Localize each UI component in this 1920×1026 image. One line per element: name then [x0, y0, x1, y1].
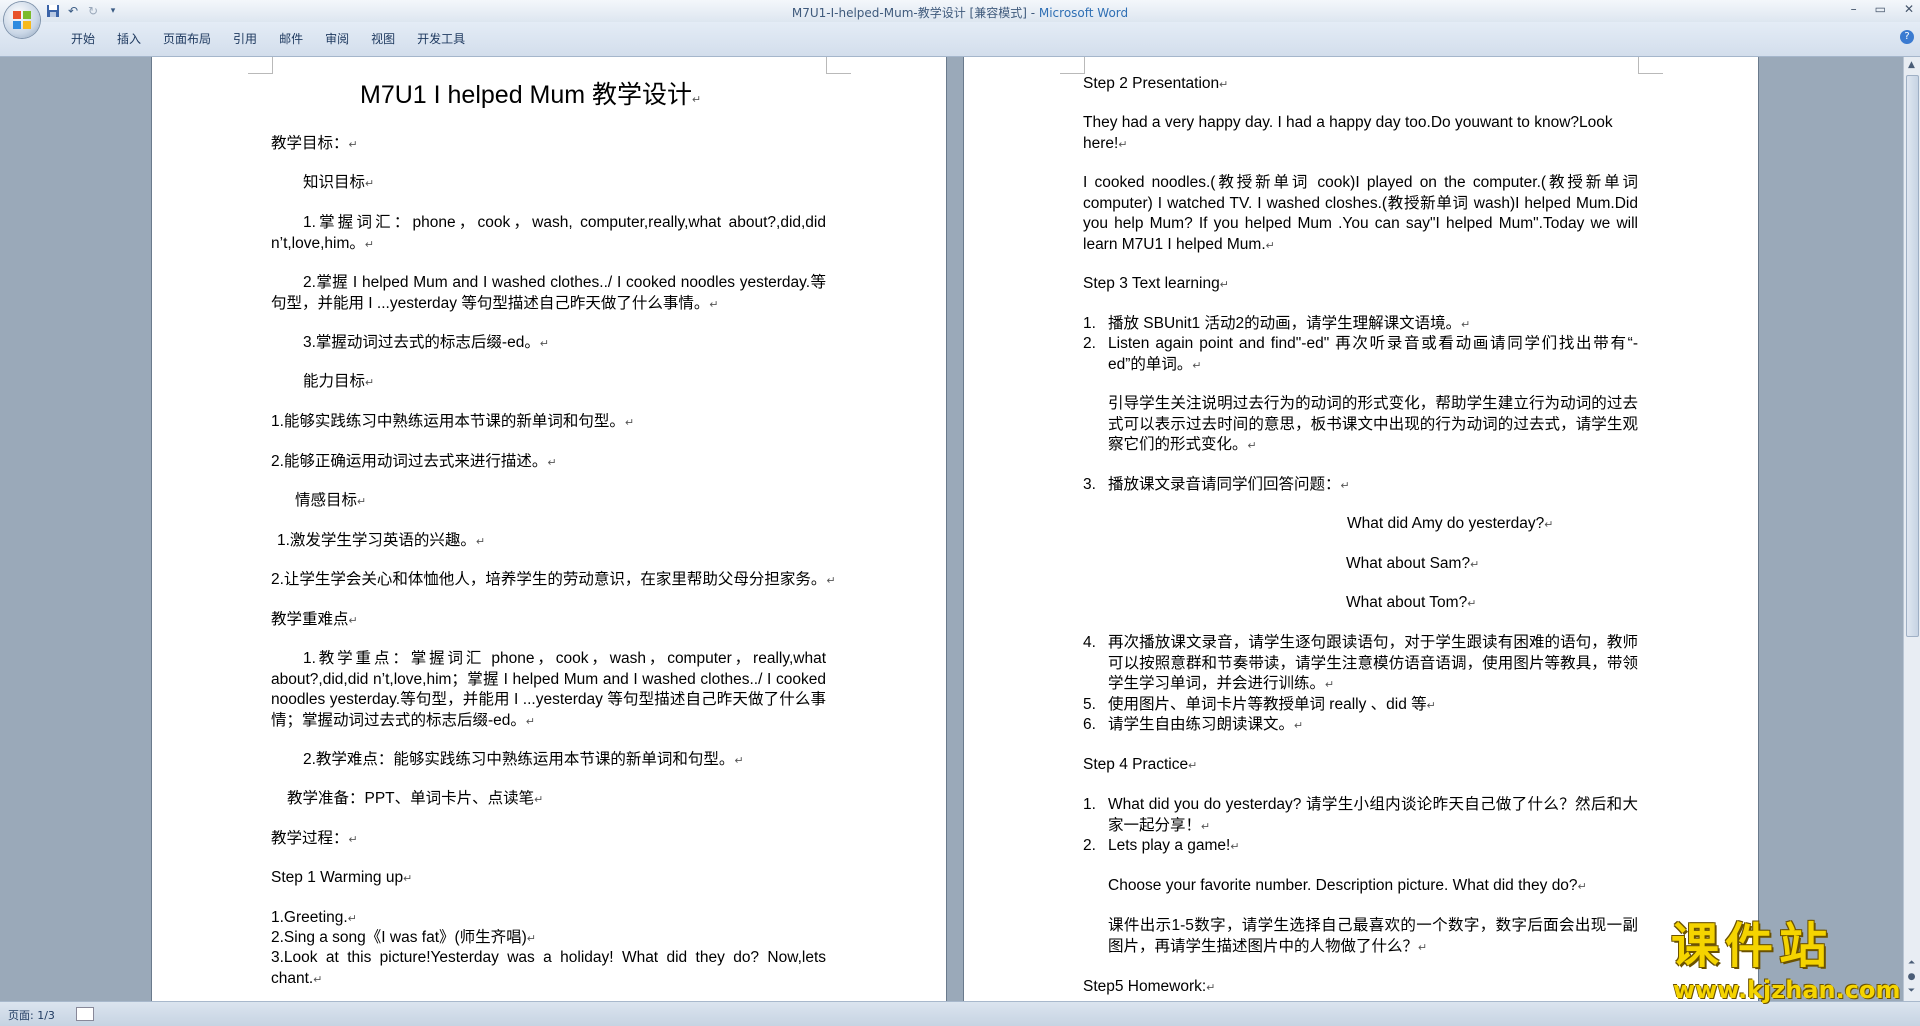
section-heading: Step5 Homework:↵	[1083, 978, 1216, 995]
paragraph: 1.激发学生学习英语的兴趣。↵	[277, 532, 486, 549]
paragraph: 教学重难点↵	[271, 611, 358, 628]
vertical-scrollbar[interactable]: ▲ ⏶ ● ⏷	[1903, 57, 1920, 1001]
crop-mark	[248, 57, 273, 74]
office-button[interactable]	[4, 2, 40, 38]
help-icon[interactable]: ?	[1900, 30, 1914, 44]
paragraph: 2.Sing a song《I was fat》(师生齐唱)↵	[271, 929, 537, 946]
ribbon: 开始 插入 页面布局 引用 邮件 审阅 视图 开发工具 ?	[0, 22, 1920, 57]
save-icon[interactable]	[46, 4, 60, 18]
paragraph: Step 1 Warming up↵	[271, 869, 413, 886]
list-number: 1.	[1083, 315, 1096, 332]
paragraph: 2.让学生学会关心和体恤他人，培养学生的劳动意识，在家里帮助父母分担家务。↵	[271, 571, 836, 588]
list-number: 1.	[1083, 796, 1096, 813]
paragraph: They had a very happy day. I had a happy…	[1083, 114, 1613, 152]
office-logo-icon	[13, 11, 31, 29]
tab-home[interactable]: 开始	[60, 30, 106, 48]
tab-mailings[interactable]: 邮件	[268, 30, 314, 48]
paragraph: 引导学生关注说明过去行为的动词的形式变化，帮助学生建立行为动词的过去式可以表示过…	[1108, 395, 1638, 453]
paragraph: 知识目标↵	[303, 174, 375, 191]
list-item: What did you do yesterday? 请学生小组内谈论昨天自己做…	[1108, 796, 1638, 834]
watermark-url: www.kjzhan.com	[1673, 976, 1901, 1004]
list-item: Listen again point and find"-ed" 再次听录音或看…	[1108, 335, 1638, 373]
paragraph: 2.能够正确运用动词过去式来进行描述。↵	[271, 453, 557, 470]
question-line: What did Amy do yesterday?↵	[1347, 515, 1554, 532]
document-workspace: M7U1 I helped Mum 教学设计↵ 教学目标：↵ 知识目标↵ 1.掌…	[0, 57, 1904, 1001]
list-number: 5.	[1083, 696, 1096, 713]
ribbon-tabs: 开始 插入 页面布局 引用 邮件 审阅 视图 开发工具	[60, 30, 476, 48]
window-controls: – ▭ ✕	[1851, 2, 1914, 16]
paragraph: 2.教学难点：能够实践练习中熟练运用本节课的新单词和句型。↵	[303, 751, 744, 768]
document-title-text: M7U1-I-helped-Mum-教学设计 [兼容模式] -	[791, 6, 1039, 20]
quick-access-toolbar: ↶ ↻ ▾	[46, 3, 120, 19]
scrollbar-thumb[interactable]	[1906, 75, 1919, 637]
maximize-button[interactable]: ▭	[1875, 2, 1886, 16]
question-line: What about Sam?↵	[1346, 555, 1480, 572]
tab-page-layout[interactable]: 页面布局	[152, 30, 222, 48]
page-title: M7U1 I helped Mum 教学设计↵	[360, 81, 702, 109]
list-number: 6.	[1083, 716, 1096, 733]
list-item: 播放课文录音请同学们回答问题：↵	[1108, 476, 1350, 493]
list-number: 4.	[1083, 634, 1096, 651]
list-number: 2.	[1083, 837, 1096, 854]
minimize-button[interactable]: –	[1851, 2, 1857, 16]
paragraph: 1.能够实践练习中熟练运用本节课的新单词和句型。↵	[271, 413, 635, 430]
redo-icon[interactable]: ↻	[86, 4, 100, 18]
section-heading: Step 4 Practice↵	[1083, 756, 1198, 773]
tab-insert[interactable]: 插入	[106, 30, 152, 48]
page-count[interactable]: 页面: 1/3	[8, 1007, 55, 1023]
paragraph: 能力目标↵	[303, 373, 375, 390]
status-bar: 页面: 1/3	[0, 1001, 1920, 1026]
watermark-logo-text: 课件站	[1671, 918, 1834, 974]
crop-mark	[1060, 57, 1085, 74]
paragraph: 3.Look at this picture!Yesterday was a h…	[271, 949, 826, 987]
section-heading: Step 2 Presentation↵	[1083, 75, 1229, 92]
site-watermark: 课件站 www.kjzhan.com	[1663, 918, 1920, 1006]
tab-review[interactable]: 审阅	[314, 30, 360, 48]
document-page-1[interactable]: M7U1 I helped Mum 教学设计↵ 教学目标：↵ 知识目标↵ 1.掌…	[152, 57, 946, 1001]
section-heading: Step 3 Text learning↵	[1083, 275, 1229, 292]
paragraph: 3.掌握动词过去式的标志后缀-ed。↵	[303, 334, 550, 351]
question-line: What about Tom?↵	[1346, 594, 1477, 611]
list-item: 请学生自由练习朗读课文。↵	[1108, 716, 1304, 733]
list-item: Lets play a game!↵	[1108, 837, 1240, 854]
proofing-icon[interactable]	[76, 1007, 94, 1021]
crop-mark	[1638, 57, 1663, 74]
list-number: 2.	[1083, 335, 1096, 352]
list-number: 3.	[1083, 476, 1096, 493]
undo-icon[interactable]: ↶	[66, 4, 80, 18]
paragraph: 情感目标↵	[295, 492, 367, 509]
paragraph: 教学过程：↵	[271, 830, 358, 847]
window-title: M7U1-I-helped-Mum-教学设计 [兼容模式] - Microsof…	[0, 4, 1920, 21]
paragraph: Choose your favorite number. Description…	[1108, 877, 1587, 894]
paragraph: 2.掌握 I helped Mum and I washed clothes..…	[271, 274, 826, 312]
paragraph: 教学准备：PPT、单词卡片、点读笔↵	[287, 790, 544, 807]
paragraph: 课件出示1-5数字，请学生选择自己最喜欢的一个数字，数字后面会出现一副图片，再请…	[1108, 917, 1638, 955]
crop-mark	[826, 57, 851, 74]
paragraph: 1.Greeting.↵	[271, 909, 357, 926]
list-item: 再次播放课文录音，请学生逐句跟读语句，对于学生跟读有困难的语句，教师可以按照意群…	[1108, 634, 1638, 692]
paragraph: 1.掌握词汇：phone，cook，wash, computer,really,…	[271, 214, 826, 252]
tab-developer[interactable]: 开发工具	[406, 30, 476, 48]
paragraph: 教学目标：↵	[271, 135, 358, 152]
dropdown-icon[interactable]: ▾	[106, 4, 120, 18]
document-page-2[interactable]: Step 2 Presentation↵ They had a very hap…	[964, 57, 1758, 1001]
list-item: 使用图片、单词卡片等教授单词 really 、did 等↵	[1108, 696, 1436, 713]
close-button[interactable]: ✕	[1904, 2, 1914, 16]
tab-references[interactable]: 引用	[222, 30, 268, 48]
app-name: Microsoft Word	[1038, 6, 1129, 20]
scroll-up-icon[interactable]: ▲	[1906, 59, 1917, 71]
tab-view[interactable]: 视图	[360, 30, 406, 48]
list-item: 播放 SBUnit1 活动2的动画，请学生理解课文语境。↵	[1108, 315, 1471, 332]
title-bar: M7U1-I-helped-Mum-教学设计 [兼容模式] - Microsof…	[0, 0, 1920, 22]
paragraph: I cooked noodles.(教授新单词 cook)I played on…	[1083, 174, 1638, 253]
paragraph: 1.教学重点：掌握词汇 phone，cook，wash，computer，rea…	[271, 650, 826, 729]
